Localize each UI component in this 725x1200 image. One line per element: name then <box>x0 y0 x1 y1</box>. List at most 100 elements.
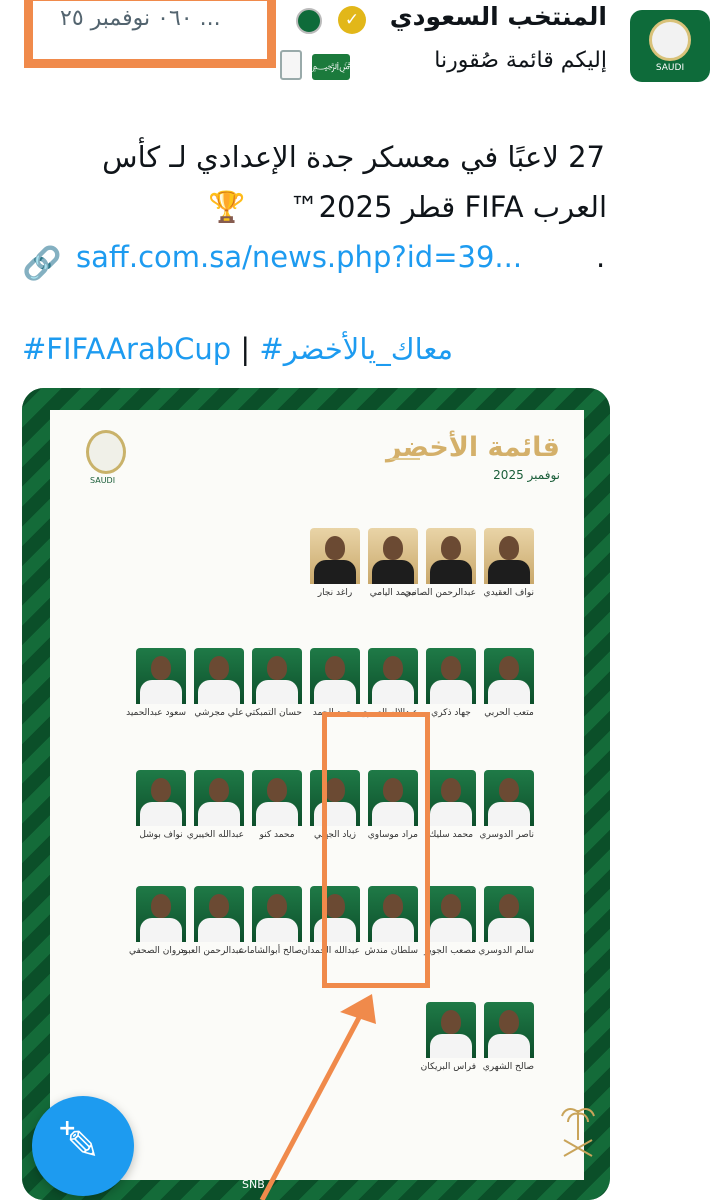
player-photo <box>136 886 186 942</box>
player-shirt <box>488 918 530 942</box>
player-head <box>209 894 229 918</box>
player-head <box>383 656 403 680</box>
account-avatar[interactable]: SAUDI <box>630 10 710 82</box>
player-name: مصعب الجوير <box>424 946 476 956</box>
avatar-label: SAUDI <box>655 63 685 73</box>
player-shirt <box>488 680 530 704</box>
player-photo <box>194 648 244 704</box>
player-card: عبدالرحمن العبود <box>179 886 244 957</box>
player-highlight-box <box>322 712 430 988</box>
player-photo <box>368 528 418 584</box>
player-name: ناصر الدوسري <box>479 830 534 840</box>
player-photo <box>310 648 360 704</box>
player-shirt <box>488 802 530 826</box>
player-card: متعب الحربي <box>484 648 534 719</box>
player-photo <box>136 648 186 704</box>
player-shirt <box>314 680 356 704</box>
verified-badge-icon: ✓ <box>338 6 366 34</box>
author-name[interactable]: المنتخب السعودي <box>390 2 607 31</box>
player-photo <box>368 648 418 704</box>
tweet-intro: إليكم قائمة صُقورنا <box>434 48 607 73</box>
player-card: صالح أبوالشامات <box>238 886 302 957</box>
player-head <box>267 894 287 918</box>
player-head <box>441 778 461 802</box>
player-card: صالح الشهري <box>482 1002 534 1073</box>
saff-logo-label: SAUDI <box>90 476 116 485</box>
player-card: نواف العقيدي <box>484 528 534 599</box>
player-name: محمد سليك <box>428 830 474 840</box>
player-card: سالم الدوسري <box>478 886 534 957</box>
squad-list-poster: SAUDI قائمة الأخضر نوفمبر 2025 نواف العق… <box>50 410 595 1180</box>
player-name: صالح أبوالشامات <box>238 946 302 956</box>
player-shirt <box>430 560 472 584</box>
player-head <box>499 894 519 918</box>
player-head <box>441 1010 461 1034</box>
saudi-federation-logo <box>649 19 691 61</box>
tweet-body-line-1: 27 لاعبًا في معسكر جدة الإعدادي لـ كأس <box>102 140 605 174</box>
player-head <box>151 656 171 680</box>
player-shirt <box>140 918 182 942</box>
player-shirt <box>198 680 240 704</box>
player-name: عبدالله الخيبري <box>186 830 244 840</box>
player-card: جهاد ذكري <box>426 648 476 719</box>
player-shirt <box>256 802 298 826</box>
player-shirt <box>430 680 472 704</box>
player-name: عبدالرحمن العبود <box>179 946 244 956</box>
hashtag-maak-yalakhdar[interactable]: #معاك_يالأخضر <box>259 332 453 366</box>
player-shirt <box>140 802 182 826</box>
player-card: محمد الحمد <box>310 648 360 719</box>
player-name: حسان التمبكتي <box>245 708 302 718</box>
player-photo <box>252 770 302 826</box>
player-name: مروان الصحفي <box>128 946 186 956</box>
player-shirt <box>430 802 472 826</box>
player-photo <box>484 528 534 584</box>
player-card: فراس البريكان <box>420 1002 476 1073</box>
player-shirt <box>488 1034 530 1058</box>
news-link[interactable]: saff.com.sa/news.php?id=39... <box>76 240 522 274</box>
player-photo <box>484 1002 534 1058</box>
palm-swords-emblem-icon <box>561 1108 595 1157</box>
player-head <box>209 778 229 802</box>
saudi-flag-icon: ﷽ <box>312 54 389 80</box>
player-photo <box>194 886 244 942</box>
player-shirt <box>198 802 240 826</box>
title-divider <box>390 458 420 460</box>
player-photo <box>484 770 534 826</box>
player-head <box>267 656 287 680</box>
tweet-timestamp[interactable]: ... ٠٦٠ نوفمبر ٢٥ <box>60 6 221 31</box>
player-shirt <box>256 680 298 704</box>
player-name: سعود عبدالحميد <box>126 708 186 718</box>
trophy-icon: 🏆 <box>208 190 246 225</box>
player-photo <box>310 528 360 584</box>
player-photo <box>252 886 302 942</box>
player-head <box>383 536 403 560</box>
player-shirt <box>256 918 298 942</box>
player-name: صالح الشهري <box>482 1062 534 1072</box>
player-shirt <box>430 1034 472 1058</box>
player-head <box>441 656 461 680</box>
player-head <box>441 536 461 560</box>
player-card: مصعب الجوير <box>424 886 476 957</box>
tweet-media-image[interactable]: SAUDI قائمة الأخضر نوفمبر 2025 نواف العق… <box>22 388 610 1200</box>
player-name: علي مجرشي <box>194 708 244 718</box>
hashtag-row: #FIFAArabCup | #معاك_يالأخضر <box>22 332 453 366</box>
saff-logo-icon <box>86 430 126 474</box>
player-card: سعود عبدالحميد <box>126 648 186 719</box>
player-card: عبدالإله العمري <box>360 648 418 719</box>
player-card: عبدالله الخيبري <box>186 770 244 841</box>
player-shirt <box>372 680 414 704</box>
player-card: محمد اليامي <box>368 528 418 599</box>
player-name: عبدالرحمن الصانبي <box>403 588 476 598</box>
player-shirt <box>372 560 414 584</box>
player-name: جهاد ذكري <box>431 708 471 718</box>
player-name: محمد كنو <box>259 830 295 840</box>
hashtag-fifaarabcup[interactable]: #FIFAArabCup <box>22 332 231 366</box>
player-photo <box>194 770 244 826</box>
player-name: متعب الحربي <box>484 708 534 718</box>
player-card: نواف بوشل <box>136 770 186 841</box>
player-name: فراس البريكان <box>420 1062 476 1072</box>
player-card: محمد سليك <box>426 770 476 841</box>
link-icon: 🔗 <box>22 244 62 282</box>
compose-button[interactable]: + ✎ <box>32 1096 134 1196</box>
hashtag-separator: | <box>240 332 251 366</box>
